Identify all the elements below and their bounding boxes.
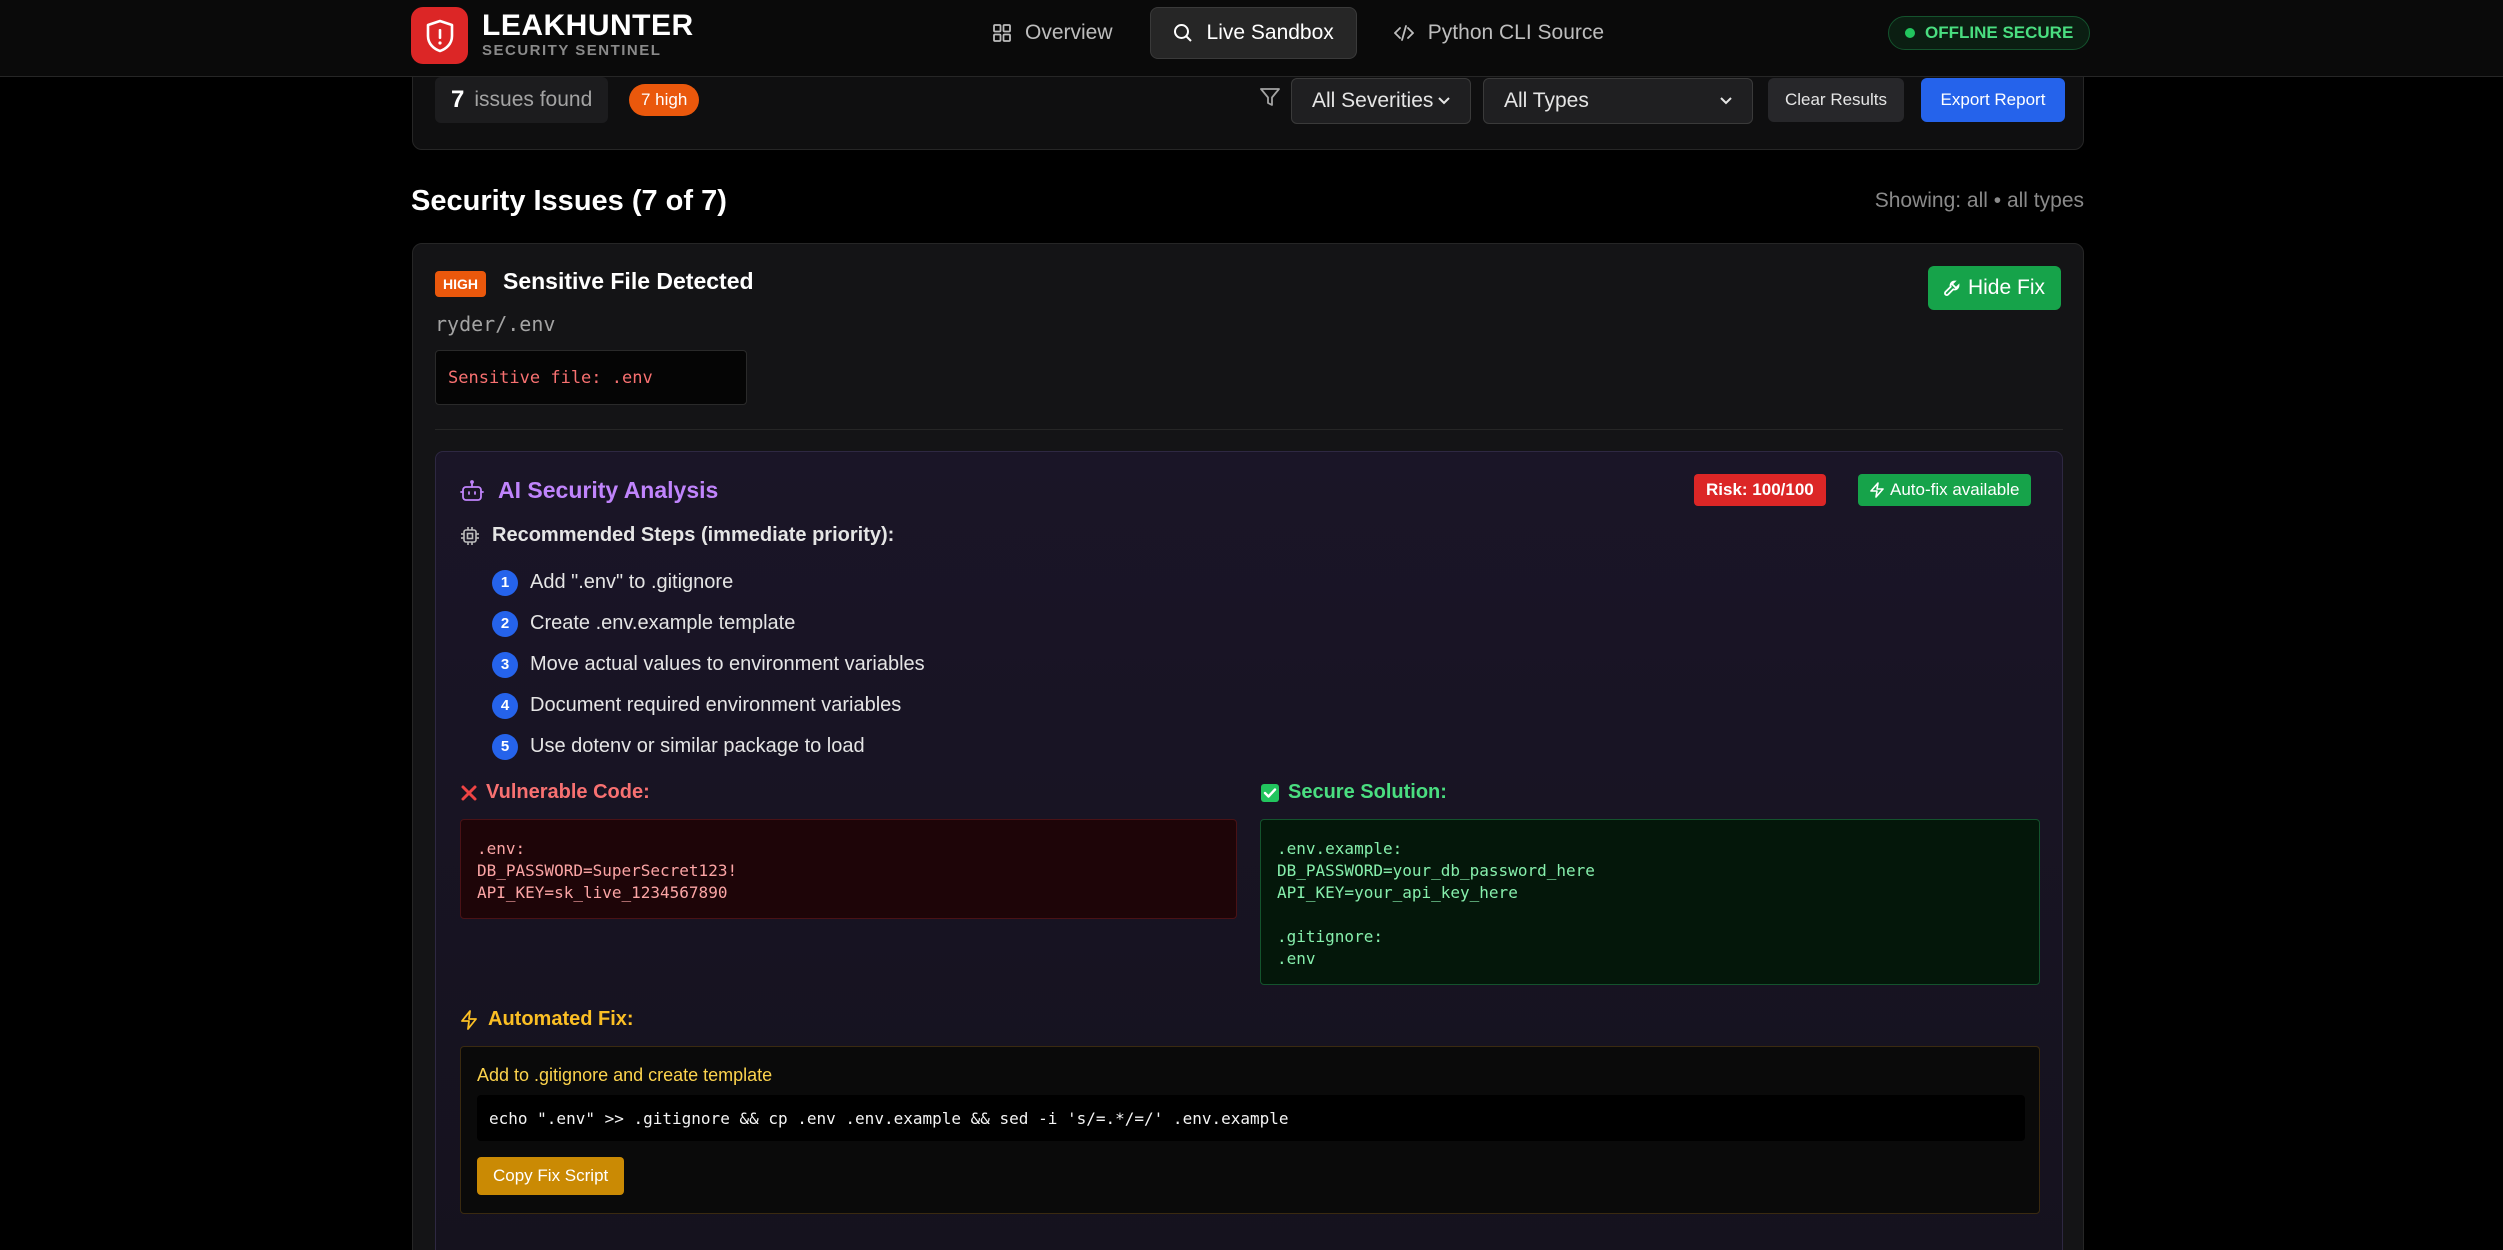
code-icon: [1393, 25, 1414, 41]
nav-overview-label: Overview: [1025, 21, 1113, 44]
issue-count-number: 7: [451, 86, 465, 113]
step-item: 5 Use dotenv or similar package to load: [492, 726, 925, 767]
step-item: 4 Document required environment variables: [492, 685, 925, 726]
step-number: 3: [492, 651, 518, 678]
ai-analysis-panel: AI Security Analysis Risk: 100/100 Auto-…: [435, 451, 2063, 1250]
issue-count: 7 issues found: [435, 77, 609, 123]
offline-status-label: OFFLINE SECURE: [1925, 23, 2074, 42]
lightning-icon: [461, 1009, 477, 1030]
nav-python-cli-source[interactable]: Python CLI Source: [1371, 7, 1627, 59]
vulnerable-code-block: .env: DB_PASSWORD=SuperSecret123! API_KE…: [460, 819, 1237, 919]
brand: LEAKHUNTER SECURITY SENTINEL: [482, 10, 694, 60]
main-nav: Overview Live Sandbox Python CLI Source: [970, 7, 1627, 59]
check-box-icon: [1261, 783, 1279, 802]
export-report-button[interactable]: Export Report: [1921, 78, 2065, 122]
issue-title: Sensitive File Detected: [503, 268, 754, 294]
grid-icon: [993, 24, 1011, 42]
offline-status-badge: OFFLINE SECURE: [1888, 16, 2091, 50]
automated-fix-title: Automated Fix:: [488, 1008, 634, 1030]
secure-solution-title: Secure Solution:: [1288, 781, 1447, 803]
chevron-down-icon: [1438, 97, 1450, 105]
ai-analysis-header: AI Security Analysis: [460, 477, 718, 504]
nav-live-sandbox-label: Live Sandbox: [1206, 21, 1334, 44]
step-number: 2: [492, 610, 518, 637]
step-number: 1: [492, 569, 518, 596]
nav-overview[interactable]: Overview: [970, 7, 1136, 59]
step-item: 1 Add ".env" to .gitignore: [492, 562, 925, 603]
recommended-steps-header: Recommended Steps (immediate priority):: [460, 524, 894, 547]
automated-fix-header: Automated Fix:: [460, 1008, 634, 1031]
copy-fix-script-button[interactable]: Copy Fix Script: [477, 1157, 625, 1195]
issue-message: Sensitive file: .env: [435, 350, 747, 405]
automated-fix-description: Add to .gitignore and create template: [477, 1065, 773, 1085]
type-select[interactable]: All Types: [1483, 78, 1753, 124]
divider: [435, 429, 2063, 430]
issue-count-label: issues found: [474, 88, 593, 111]
risk-score-badge: Risk: 100/100: [1694, 474, 1826, 506]
filter-icon: [1260, 88, 1280, 106]
chip-icon: [461, 526, 479, 545]
hide-fix-button[interactable]: Hide Fix: [1927, 266, 2061, 310]
shield-logo-icon[interactable]: [411, 7, 468, 64]
recommended-steps-list: 1 Add ".env" to .gitignore 2 Create .env.e…: [492, 562, 925, 767]
x-mark-icon: [461, 785, 477, 800]
robot-icon: [460, 479, 484, 501]
nav-python-cli-label: Python CLI Source: [1427, 21, 1605, 44]
severity-select-value: All Severities: [1312, 89, 1434, 112]
chevron-down-icon: [1720, 97, 1732, 105]
high-count-badge: 7 high: [629, 84, 700, 116]
vulnerable-code-title: Vulnerable Code:: [486, 781, 650, 803]
vulnerable-code-header: Vulnerable Code:: [460, 781, 650, 804]
top-navigation: LEAKHUNTER SECURITY SENTINEL Overview Li…: [0, 0, 2503, 77]
search-icon: [1173, 24, 1192, 42]
step-item: 3 Move actual values to environment varia…: [492, 644, 925, 685]
step-number: 4: [492, 692, 518, 719]
step-number: 5: [492, 733, 518, 760]
step-text: Create .env.example template: [530, 612, 796, 634]
filter-summary: Showing: all • all types: [1874, 189, 2084, 212]
hide-fix-label: Hide Fix: [1967, 276, 2045, 299]
nav-live-sandbox[interactable]: Live Sandbox: [1149, 7, 1357, 59]
step-text: Document required environment variables: [530, 694, 902, 716]
secure-code-block: .env.example: DB_PASSWORD=your_db_passwo…: [1260, 819, 2040, 985]
recommended-steps-title: Recommended Steps (immediate priority):: [492, 524, 895, 546]
step-text: Add ".env" to .gitignore: [530, 571, 734, 593]
fix-command[interactable]: echo ".env" >> .gitignore && cp .env .en…: [477, 1095, 2025, 1141]
severity-badge: HIGH: [435, 271, 486, 297]
clear-results-button[interactable]: Clear Results: [1768, 78, 1904, 122]
type-select-value: All Types: [1504, 89, 1589, 112]
step-text: Use dotenv or similar package to load: [530, 735, 865, 757]
autofix-badge: Auto-fix available: [1858, 474, 2032, 506]
ai-analysis-title: AI Security Analysis: [498, 477, 719, 503]
status-dot-icon: [1905, 28, 1915, 38]
issue-card: HIGH Sensitive File Detected ryder/.env …: [412, 243, 2084, 1250]
autofix-label: Auto-fix available: [1890, 480, 2020, 499]
step-text: Move actual values to environment variab…: [530, 653, 925, 675]
brand-subtitle: SECURITY SENTINEL: [482, 42, 662, 59]
issue-file-path: ryder/.env: [435, 312, 556, 336]
brand-name: LEAKHUNTER: [482, 9, 694, 42]
lightning-icon: [1870, 482, 1884, 498]
automated-fix-panel: Add to .gitignore and create template ec…: [460, 1046, 2040, 1214]
wrench-icon: [1944, 280, 1960, 296]
step-item: 2 Create .env.example template: [492, 603, 925, 644]
severity-select[interactable]: All Severities: [1291, 78, 1471, 124]
secure-solution-header: Secure Solution:: [1260, 781, 1447, 804]
section-title: Security Issues (7 of 7): [411, 185, 727, 217]
